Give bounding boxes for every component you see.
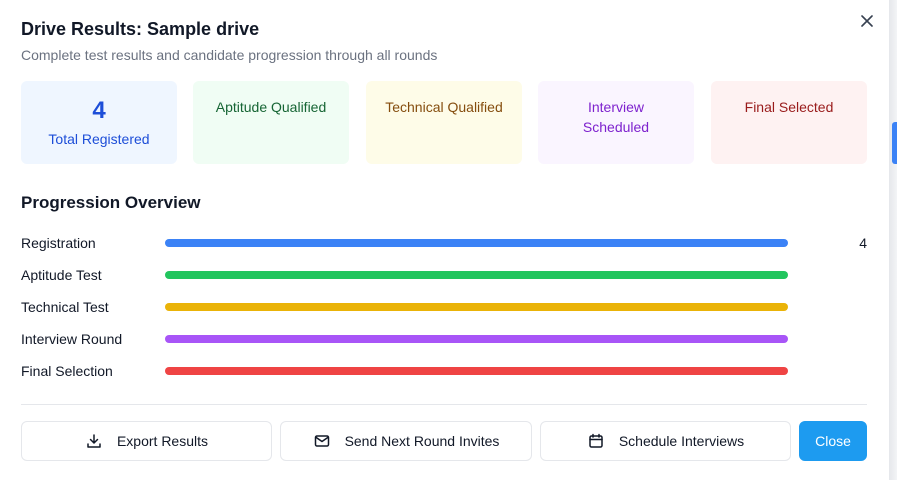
progression-title: Progression Overview [21,193,201,212]
divider [21,404,867,405]
progression-label: Registration [21,235,96,251]
stat-card-technical-qualified: Technical Qualified [366,81,522,164]
stat-label: Technical Qualified [385,99,503,115]
progression-label: Technical Test [21,299,109,315]
export-results-label: Export Results [116,433,209,449]
progression-bar [165,335,788,343]
progression-label: Final Selection [21,363,113,379]
background-accent [892,122,897,164]
stat-label-line1: Interview [587,99,645,115]
schedule-interviews-button[interactable]: Schedule Interviews [540,421,791,461]
progression-label: Interview Round [21,331,123,347]
schedule-interviews-label: Schedule Interviews [618,433,745,449]
progression-row-interview: Interview Round [21,329,867,349]
progression-bar [165,303,788,311]
dialog-title: Drive Results: Sample drive [21,19,260,39]
send-invites-button[interactable]: Send Next Round Invites [280,421,532,461]
close-icon[interactable] [857,11,877,31]
progression-bar [165,239,788,247]
dialog-subtitle: Complete test results and candidate prog… [21,47,438,63]
progression-row-aptitude: Aptitude Test [21,265,867,285]
stat-label: Final Selected [744,99,834,115]
progression-count: 4 [859,235,867,251]
progression-bar [165,271,788,279]
calendar-icon [587,432,605,450]
stat-card-interview-scheduled: Interview Scheduled [538,81,694,164]
stat-label: Total Registered [48,130,150,147]
stat-card-final-selected: Final Selected [711,81,867,164]
progression-label: Aptitude Test [21,267,102,283]
stat-label: Aptitude Qualified [215,99,327,115]
progression-row-technical: Technical Test [21,297,867,317]
progression-row-final: Final Selection [21,361,867,381]
stat-card-total-registered: 4 Total Registered [21,81,177,164]
stat-card-aptitude-qualified: Aptitude Qualified [193,81,349,164]
mail-icon [313,432,331,450]
download-icon [85,432,103,450]
drive-results-dialog: Drive Results: Sample drive Complete tes… [0,0,889,480]
stat-value: 4 [92,96,106,124]
background-edge [889,0,897,480]
close-button[interactable]: Close [799,421,867,461]
stat-label-line2: Scheduled [582,119,650,135]
export-results-button[interactable]: Export Results [21,421,272,461]
progression-row-registration: Registration 4 [21,233,867,253]
progression-bar [165,367,788,375]
send-invites-label: Send Next Round Invites [344,433,500,449]
